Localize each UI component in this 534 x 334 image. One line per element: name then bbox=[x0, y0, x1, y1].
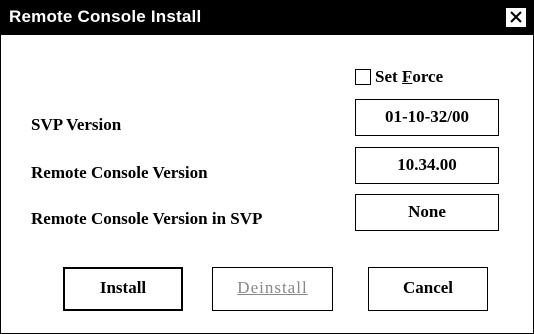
close-button[interactable] bbox=[505, 7, 527, 28]
deinstall-button[interactable]: Deinstall bbox=[212, 267, 333, 311]
close-icon bbox=[510, 11, 522, 23]
svp-version-value: 01-10-32/00 bbox=[355, 99, 499, 136]
title-bar: Remote Console Install bbox=[1, 1, 533, 35]
remote-console-install-dialog: Remote Console Install Set Force SVP Ver… bbox=[0, 0, 534, 334]
set-force-checkbox[interactable] bbox=[355, 69, 371, 85]
remote-console-version-label: Remote Console Version bbox=[31, 163, 208, 182]
install-button[interactable]: Install bbox=[63, 267, 183, 311]
remote-console-version-in-svp-value: None bbox=[355, 194, 499, 231]
remote-console-version-value: 10.34.00 bbox=[355, 147, 499, 184]
remote-console-version-in-svp-label: Remote Console Version in SVP bbox=[31, 209, 263, 228]
svp-version-label: SVP Version bbox=[31, 115, 122, 134]
window-title: Remote Console Install bbox=[9, 7, 202, 26]
set-force-label: Set Force bbox=[375, 67, 444, 86]
cancel-button[interactable]: Cancel bbox=[368, 267, 488, 311]
